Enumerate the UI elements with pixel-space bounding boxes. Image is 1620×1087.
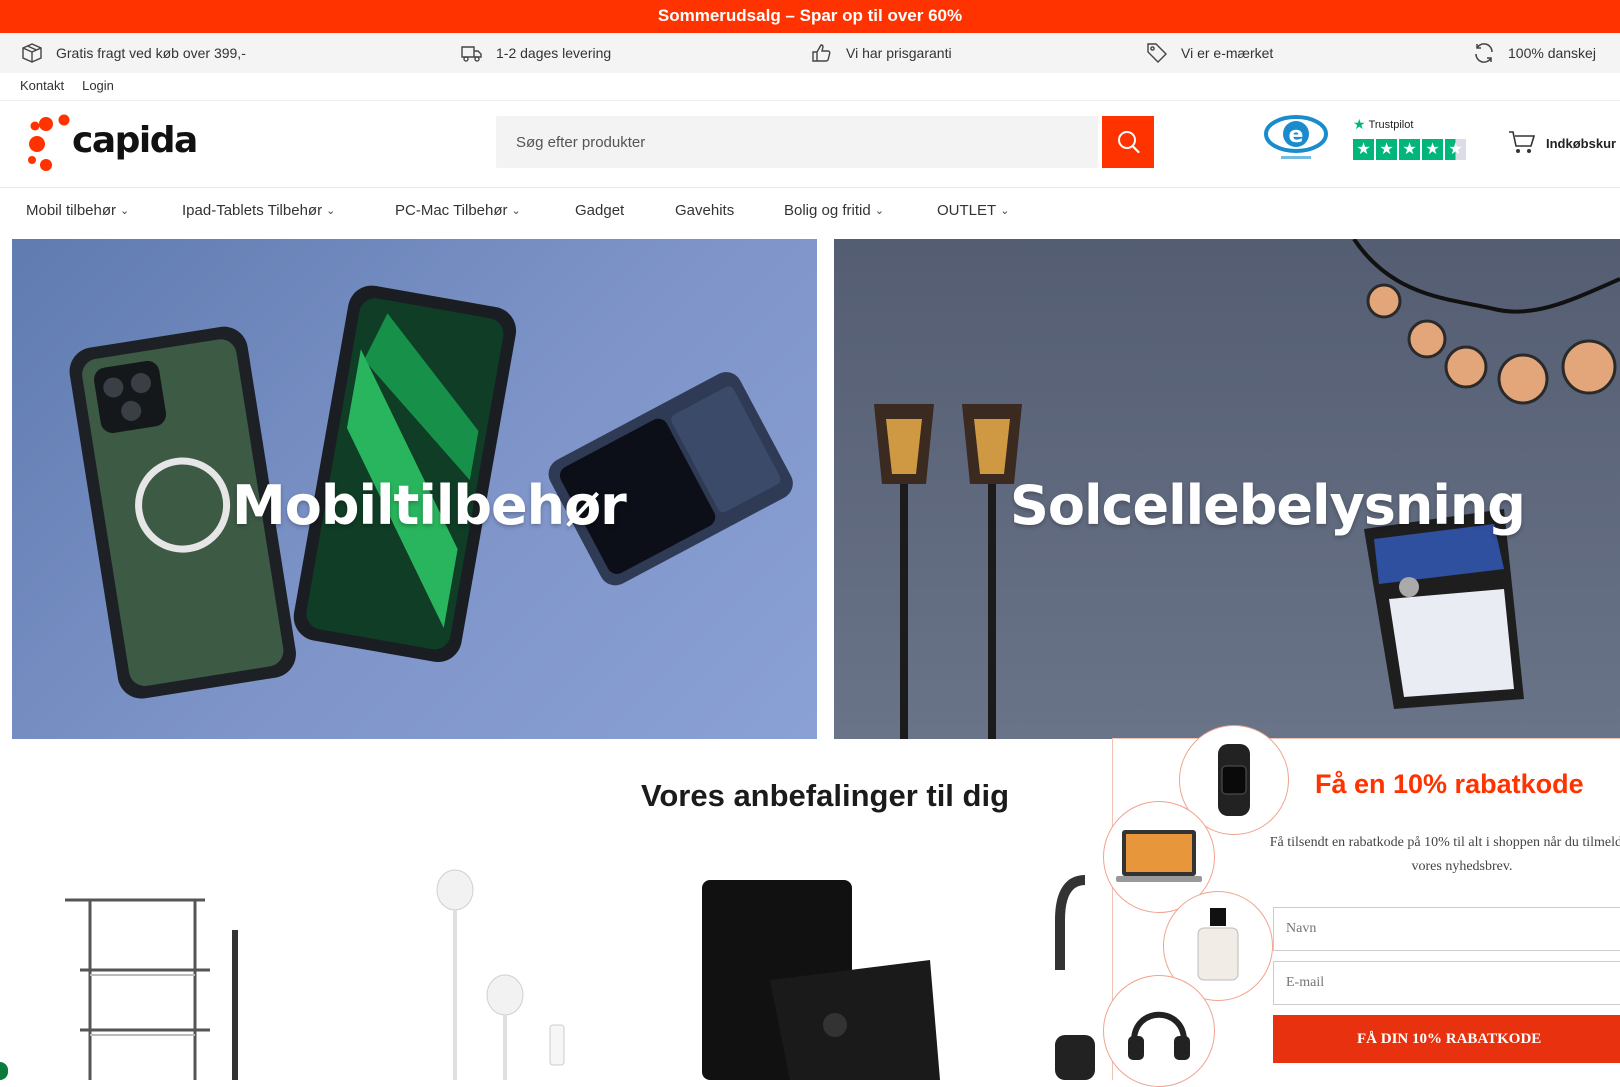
promo-bar[interactable]: Sommerudsalg – Spar op til over 60% xyxy=(0,0,1620,33)
newsletter-popup: Få en 10% rabatkode Få tilsendt en rabat… xyxy=(1103,725,1620,1087)
trustpilot-text: Trustpilot xyxy=(1368,118,1414,131)
usp-text: Gratis fragt ved køb over 399,- xyxy=(56,45,246,61)
chevron-down-icon: ⌄ xyxy=(511,205,521,217)
star-icon: ★ xyxy=(1353,116,1366,132)
cart-label: Indkøbskur xyxy=(1546,135,1617,151)
cart-button[interactable]: Indkøbskur xyxy=(1508,130,1616,156)
popup-text: Få tilsendt en rabatkode på 10% til alt … xyxy=(1269,835,1620,874)
usp-text: 100% danskej xyxy=(1508,45,1596,61)
trustpilot-label: ★ Trustpilot xyxy=(1353,116,1473,133)
banner-mobiltilbehor[interactable]: Mobiltilbehør xyxy=(12,239,817,739)
usp-item: 1-2 dages levering xyxy=(460,33,611,73)
nav-label: PC-Mac Tilbehør xyxy=(395,202,508,219)
banner-title: Mobiltilbehør xyxy=(232,474,627,537)
chevron-down-icon: ⌄ xyxy=(326,205,336,217)
nav-label: Bolig og fritid xyxy=(784,202,871,219)
nav-label: Gavehits xyxy=(675,202,735,219)
tag-icon xyxy=(1147,43,1167,63)
usp-text: 1-2 dages levering xyxy=(496,45,612,61)
usp-item: Vi har prisgaranti xyxy=(810,33,952,73)
star-icon: ★ xyxy=(1422,139,1443,160)
nav-label: Gadget xyxy=(575,202,625,219)
nav-item-outlet[interactable]: OUTLET ⌄ xyxy=(937,202,1009,219)
nav-item-gadget[interactable]: Gadget xyxy=(575,202,624,219)
email-field[interactable] xyxy=(1273,961,1620,1005)
trustpilot-stars: ★ ★ ★ ★ ★ xyxy=(1353,139,1473,160)
nav-item-mobil[interactable]: Mobil tilbehør ⌄ xyxy=(26,202,129,219)
logo-mark-icon xyxy=(28,114,70,171)
trustpilot-widget[interactable]: ★ Trustpilot ★ ★ ★ ★ ★ xyxy=(1353,116,1473,166)
usp-item: Gratis fragt ved køb over 399,- xyxy=(20,33,246,73)
chat-widget-edge[interactable] xyxy=(0,1062,8,1080)
box-icon xyxy=(22,43,42,63)
star-icon: ★ xyxy=(1399,139,1420,160)
nav-item-pc-mac[interactable]: PC-Mac Tilbehør ⌄ xyxy=(395,202,521,219)
search-box xyxy=(496,116,1098,168)
thumbs-up-icon xyxy=(812,44,831,62)
login-link[interactable]: Login xyxy=(82,78,114,93)
product-ipad-case[interactable] xyxy=(700,860,950,1080)
perfume-icon xyxy=(1197,908,1239,981)
chevron-down-icon: ⌄ xyxy=(874,205,884,217)
chevron-down-icon: ⌄ xyxy=(1000,205,1010,217)
usp-text: Vi er e-mærket xyxy=(1181,45,1274,61)
popup-title: Få en 10% rabatkode xyxy=(1315,769,1584,799)
emark-badge[interactable]: e xyxy=(1263,112,1333,168)
search-icon xyxy=(1118,131,1140,154)
nav-label: Mobil tilbehør xyxy=(26,202,117,219)
popup-headphones-image xyxy=(1103,975,1215,1087)
nav-item-gavehits[interactable]: Gavehits xyxy=(675,202,734,219)
usp-bar: Gratis fragt ved køb over 399,- 1-2 dage… xyxy=(0,33,1620,73)
search-button[interactable] xyxy=(1102,116,1154,168)
nav-label: Ipad-Tablets Tilbehør xyxy=(182,202,323,219)
star-icon: ★ xyxy=(1445,139,1466,160)
truck-icon xyxy=(461,46,482,62)
chevron-down-icon: ⌄ xyxy=(120,205,130,217)
top-links: Kontakt Login xyxy=(20,78,114,93)
search-input[interactable] xyxy=(496,116,1098,168)
banner-solcellebelysning[interactable]: Solcellebelysning xyxy=(834,239,1620,739)
usp-text: Vi har prisgaranti xyxy=(846,45,952,61)
banner-title: Solcellebelysning xyxy=(1010,474,1526,537)
drying-rack-image xyxy=(65,898,238,1080)
divider xyxy=(0,187,1620,188)
laptop-icon xyxy=(1116,830,1202,882)
earphones-image xyxy=(436,869,565,1080)
contact-link[interactable]: Kontakt xyxy=(20,78,64,93)
cart-icon xyxy=(1509,131,1536,153)
divider xyxy=(0,100,1620,101)
get-discount-button[interactable]: FÅ DIN 10% RABATKODE xyxy=(1273,1015,1620,1063)
star-icon: ★ xyxy=(1376,139,1397,160)
logo-text: capida xyxy=(72,120,198,161)
svg-text:e: e xyxy=(1289,123,1304,148)
name-field[interactable] xyxy=(1273,907,1620,951)
emark-icon: e xyxy=(1264,115,1328,159)
nav-item-ipad[interactable]: Ipad-Tablets Tilbehør ⌄ xyxy=(182,202,335,219)
smartwatch-icon xyxy=(1218,744,1250,816)
refresh-icon xyxy=(1475,43,1493,63)
usp-item: 100% danskej xyxy=(1472,33,1596,73)
usp-item: Vi er e-mærket xyxy=(1145,33,1273,73)
product-drying-rack[interactable] xyxy=(60,860,260,1080)
nav-item-bolig[interactable]: Bolig og fritid ⌄ xyxy=(784,202,884,219)
nav-label: OUTLET xyxy=(937,202,997,219)
star-icon: ★ xyxy=(1353,139,1374,160)
product-earphones[interactable] xyxy=(420,860,580,1080)
headphones-icon xyxy=(1128,1011,1190,1060)
ipad-case-image xyxy=(702,880,940,1080)
capida-logo[interactable]: capida xyxy=(26,110,198,174)
